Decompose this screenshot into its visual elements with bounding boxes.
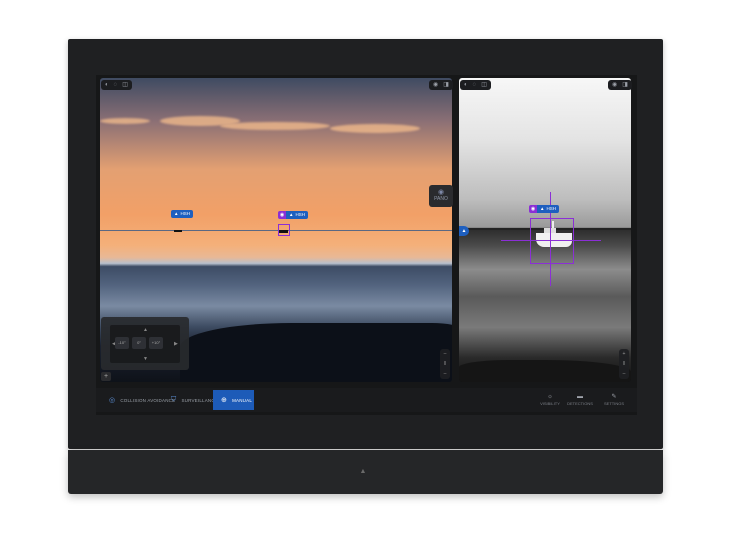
brightness-icon[interactable]: ◐ xyxy=(105,80,109,90)
shield-icon: ⛉ xyxy=(171,396,177,403)
brand-logo-icon: ▲ xyxy=(359,468,367,475)
fullscreen-icon[interactable]: ◨ xyxy=(622,80,628,90)
zoom-minus-icon[interactable]: – xyxy=(440,369,450,379)
mode-bar: ◎ COLLISION AVOIDANCE ⛉ SURVEILLANCE ⊕ M… xyxy=(96,388,637,412)
settings-label: SETTINGS xyxy=(603,401,624,406)
mode-label: MANUAL xyxy=(232,397,253,403)
record-icon[interactable]: ◉ xyxy=(433,80,438,90)
detections-button[interactable]: ▬ DETECTIONS xyxy=(566,393,594,406)
device-chin: ▲ xyxy=(68,450,663,494)
mode-manual[interactable]: ⊕ MANUAL xyxy=(213,390,254,410)
detections-label: DETECTIONS xyxy=(567,401,593,406)
tracked-target-tag[interactable]: ◉ ▲ HSH xyxy=(529,205,559,213)
warning-icon: ▲ xyxy=(540,206,545,211)
visibility-button[interactable]: ☼ VISIBILITY xyxy=(536,393,564,406)
pause-icon[interactable]: ‖ xyxy=(619,359,629,369)
visible-toolbar-right: ◉ ◨ xyxy=(429,80,453,90)
eye-icon: ◉ xyxy=(278,211,286,219)
brightness-icon[interactable]: ◐ xyxy=(464,80,468,90)
pause-icon[interactable]: ‖ xyxy=(440,359,450,369)
target-reticle[interactable] xyxy=(278,224,290,236)
sun-icon: ☼ xyxy=(547,394,553,400)
crosshair-horizontal xyxy=(501,240,601,241)
thermal-camera-view[interactable] xyxy=(459,78,631,382)
fullscreen-icon[interactable]: ◨ xyxy=(443,80,449,90)
warning-icon: ▲ xyxy=(174,211,179,216)
target-marker-icon[interactable]: ▲ xyxy=(459,226,469,236)
tracked-target-tag[interactable]: ◉ ▲ HSH xyxy=(278,211,308,219)
pan-right-icon[interactable]: ▶ xyxy=(174,341,178,347)
visible-toolbar-left: ◐ ◌ ◫ xyxy=(101,80,132,90)
warning-icon: ▲ xyxy=(289,212,294,217)
detections-icon: ▬ xyxy=(577,394,583,400)
thermal-zoom-slider[interactable]: + ‖ – xyxy=(619,349,629,379)
layout-icon[interactable]: ◫ xyxy=(122,80,128,90)
wrench-icon: ✎ xyxy=(611,394,617,400)
detection-tag[interactable]: ▲ HSH xyxy=(171,210,193,218)
pano-button[interactable]: ◉ PANO xyxy=(429,185,453,207)
layout-icon[interactable]: ◫ xyxy=(481,80,487,90)
tag-label: HSH xyxy=(295,212,305,217)
lifebuoy-icon: ⊕ xyxy=(221,397,228,404)
cloud xyxy=(330,124,420,133)
target-reticle[interactable] xyxy=(530,218,574,264)
zoom-minus-icon[interactable]: – xyxy=(440,349,450,359)
thermal-toolbar-left: ◐ ◌ ◫ xyxy=(460,80,491,90)
zoom-in-button[interactable]: +10° xyxy=(149,337,163,349)
cloud xyxy=(100,118,150,124)
record-icon[interactable]: ◉ xyxy=(612,80,617,90)
tilt-down-icon[interactable]: ▼ xyxy=(143,356,148,362)
pano-label: PANO xyxy=(434,196,448,202)
tag-label: HSH xyxy=(180,211,190,216)
zoom-reset-button[interactable]: 0° xyxy=(132,337,146,349)
visible-zoom-slider[interactable]: – ‖ – xyxy=(440,349,450,379)
ptz-control[interactable]: ▲ ▼ ◀ ▶ -10° 0° +10° xyxy=(101,317,189,370)
tag-label: HSH xyxy=(546,206,556,211)
visibility-label: VISIBILITY xyxy=(540,401,560,406)
contrast-icon[interactable]: ◌ xyxy=(114,80,118,90)
small-boat xyxy=(174,230,182,232)
zoom-minus-icon[interactable]: – xyxy=(619,369,629,379)
zoom-out-button[interactable]: -10° xyxy=(115,337,129,349)
contrast-icon[interactable]: ◌ xyxy=(473,80,477,90)
radar-icon: ◎ xyxy=(109,397,116,404)
foreground-rocks xyxy=(180,323,452,382)
add-button[interactable]: + xyxy=(101,372,111,381)
thermal-toolbar-right: ◉ ◨ xyxy=(608,80,632,90)
horizon-line xyxy=(100,230,452,231)
eye-icon: ◉ xyxy=(437,189,445,196)
tilt-up-icon[interactable]: ▲ xyxy=(143,327,148,333)
settings-button[interactable]: ✎ SETTINGS xyxy=(600,393,628,406)
cloud xyxy=(220,122,330,130)
zoom-plus-icon[interactable]: + xyxy=(619,349,629,359)
eye-icon: ◉ xyxy=(529,205,537,213)
foreground-rocks xyxy=(459,360,631,382)
